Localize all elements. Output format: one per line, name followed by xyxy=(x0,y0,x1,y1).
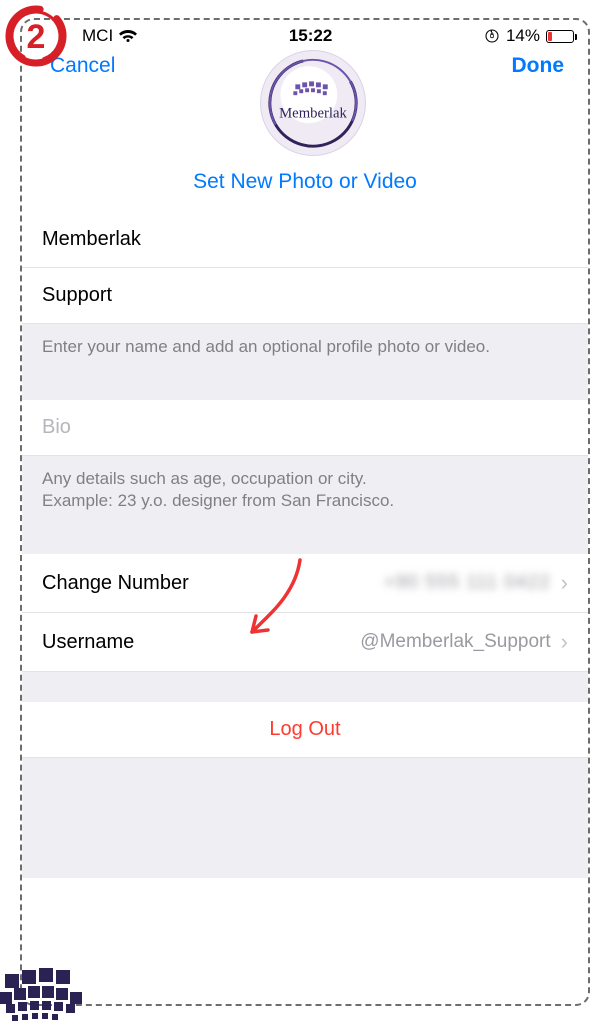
chevron-right-icon: › xyxy=(561,629,568,655)
battery-percent: 14% xyxy=(506,26,540,46)
bio-field[interactable]: Bio xyxy=(22,400,588,456)
brand-corner-icon xyxy=(0,904,120,1024)
set-photo-link[interactable]: Set New Photo or Video xyxy=(22,156,588,212)
battery-icon xyxy=(546,30,574,43)
svg-text:Memberlak: Memberlak xyxy=(280,106,348,122)
change-number-row[interactable]: Change Number +90 555 111 0422 › xyxy=(22,554,588,613)
status-bar: MCI 15:22 14% xyxy=(22,20,588,48)
carrier-label: MCI xyxy=(82,26,113,46)
bio-hint: Any details such as age, occupation or c… xyxy=(22,456,588,524)
wifi-icon xyxy=(119,27,137,45)
username-label: Username xyxy=(42,631,134,654)
change-number-label: Change Number xyxy=(42,572,189,595)
name-hint: Enter your name and add an optional prof… xyxy=(22,324,588,370)
orientation-lock-icon xyxy=(484,28,500,44)
username-value: @Memberlak_Support xyxy=(360,631,550,653)
first-name-field[interactable]: Memberlak xyxy=(22,212,588,268)
step-badge-icon: 2 xyxy=(4,4,68,68)
username-row[interactable]: Username @Memberlak_Support › xyxy=(22,613,588,672)
svg-text:2: 2 xyxy=(27,18,46,56)
done-button[interactable]: Done xyxy=(512,54,565,78)
phone-number-value: +90 555 111 0422 xyxy=(384,572,551,594)
log-out-button[interactable]: Log Out xyxy=(22,702,588,758)
chevron-right-icon: › xyxy=(561,570,568,596)
clock: 15:22 xyxy=(289,26,332,46)
profile-avatar[interactable]: Memberlak xyxy=(260,50,366,156)
last-name-field[interactable]: Support xyxy=(22,268,588,324)
screen-frame: MCI 15:22 14% Cancel xyxy=(20,18,590,1006)
